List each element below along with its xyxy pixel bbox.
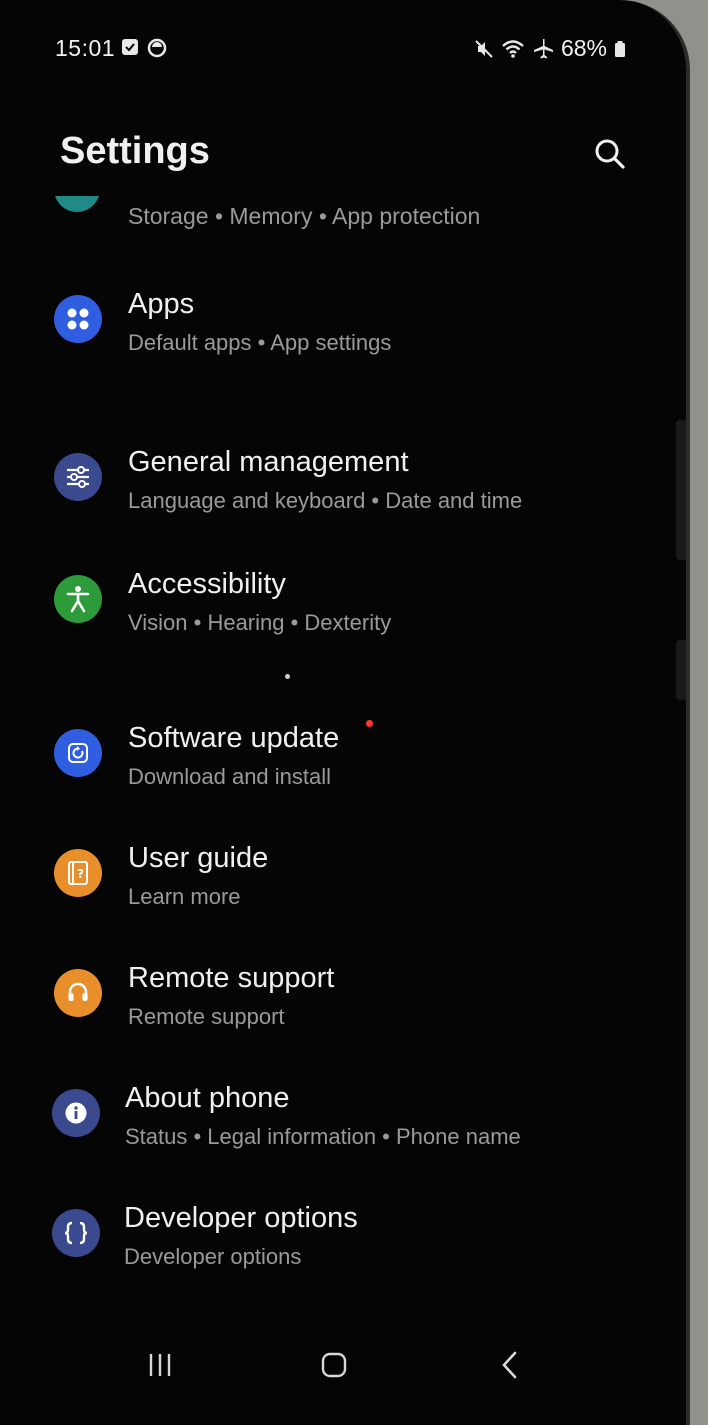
settings-item-software-update[interactable]: Software update Download and install (0, 720, 660, 810)
back-icon[interactable] (485, 1340, 535, 1390)
mute-icon (475, 39, 493, 58)
status-time: 15:01 (55, 35, 116, 61)
item-label: Developer options (124, 1202, 358, 1234)
user-guide-book-icon: ? (54, 849, 102, 897)
item-subtitle: Learn more (128, 884, 241, 909)
item-label: User guide (128, 842, 269, 874)
item-subtitle: Developer options (124, 1244, 302, 1269)
update-badge (366, 720, 373, 727)
settings-item-apps[interactable]: Apps Default apps • App settings (0, 286, 660, 376)
settings-item-developer-options[interactable]: Developer options Developer options (0, 1200, 660, 1290)
svg-text:?: ? (77, 867, 84, 881)
sliders-icon (54, 453, 102, 501)
side-button (676, 420, 686, 560)
item-subtitle: Remote support (128, 1004, 285, 1029)
item-label: Remote support (128, 962, 335, 994)
apps-grid-icon (54, 295, 102, 343)
item-subtitle: Language and keyboard • Date and time (128, 488, 523, 513)
software-update-icon (54, 729, 102, 777)
info-icon (52, 1089, 100, 1137)
headset-icon (54, 969, 102, 1017)
braces-icon (52, 1209, 100, 1257)
navigation-bar (0, 1340, 686, 1395)
battery-percent: 68% (560, 35, 607, 61)
home-icon[interactable] (309, 1340, 359, 1390)
battery-icon (615, 40, 625, 57)
settings-item-general-management[interactable]: General management Language and keyboard… (0, 444, 660, 534)
status-right: 68% (474, 35, 626, 62)
wifi-icon (502, 39, 524, 58)
item-label: Software update (128, 722, 340, 754)
settings-item-user-guide[interactable]: ? User guide Learn more (0, 840, 660, 930)
item-subtitle: Default apps • App settings (128, 330, 392, 355)
item-label: About phone (125, 1082, 290, 1114)
item-subtitle: Status • Legal information • Phone name (125, 1124, 521, 1149)
phone-screen: 15:01 68% Settings Storage • Memory • Ap… (0, 0, 690, 1425)
settings-item-accessibility[interactable]: Accessibility Vision • Hearing • Dexteri… (0, 566, 660, 656)
device-care-icon[interactable] (54, 196, 100, 216)
checkbox-notification-icon (122, 39, 138, 55)
settings-item-remote-support[interactable]: Remote support Remote support (0, 960, 660, 1050)
accessibility-person-icon (54, 575, 102, 623)
circle-notification-icon (147, 38, 167, 58)
search-icon[interactable] (592, 136, 628, 172)
device-care-subtitle: Storage • Memory • App protection (128, 203, 481, 229)
recents-icon[interactable] (135, 1340, 185, 1390)
notification-icons (121, 38, 167, 58)
scroll-indicator (285, 674, 290, 679)
item-label: Apps (128, 288, 195, 320)
settings-item-about-phone[interactable]: About phone Status • Legal information •… (0, 1080, 660, 1170)
item-subtitle: Vision • Hearing • Dexterity (128, 610, 392, 635)
page-title: Settings (60, 130, 210, 172)
item-label: Accessibility (128, 568, 286, 600)
item-label: General management (128, 446, 409, 478)
airplane-mode-icon (533, 38, 553, 58)
item-subtitle: Download and install (128, 764, 332, 789)
side-button (676, 640, 686, 700)
status-bar: 15:01 68% (55, 32, 626, 68)
